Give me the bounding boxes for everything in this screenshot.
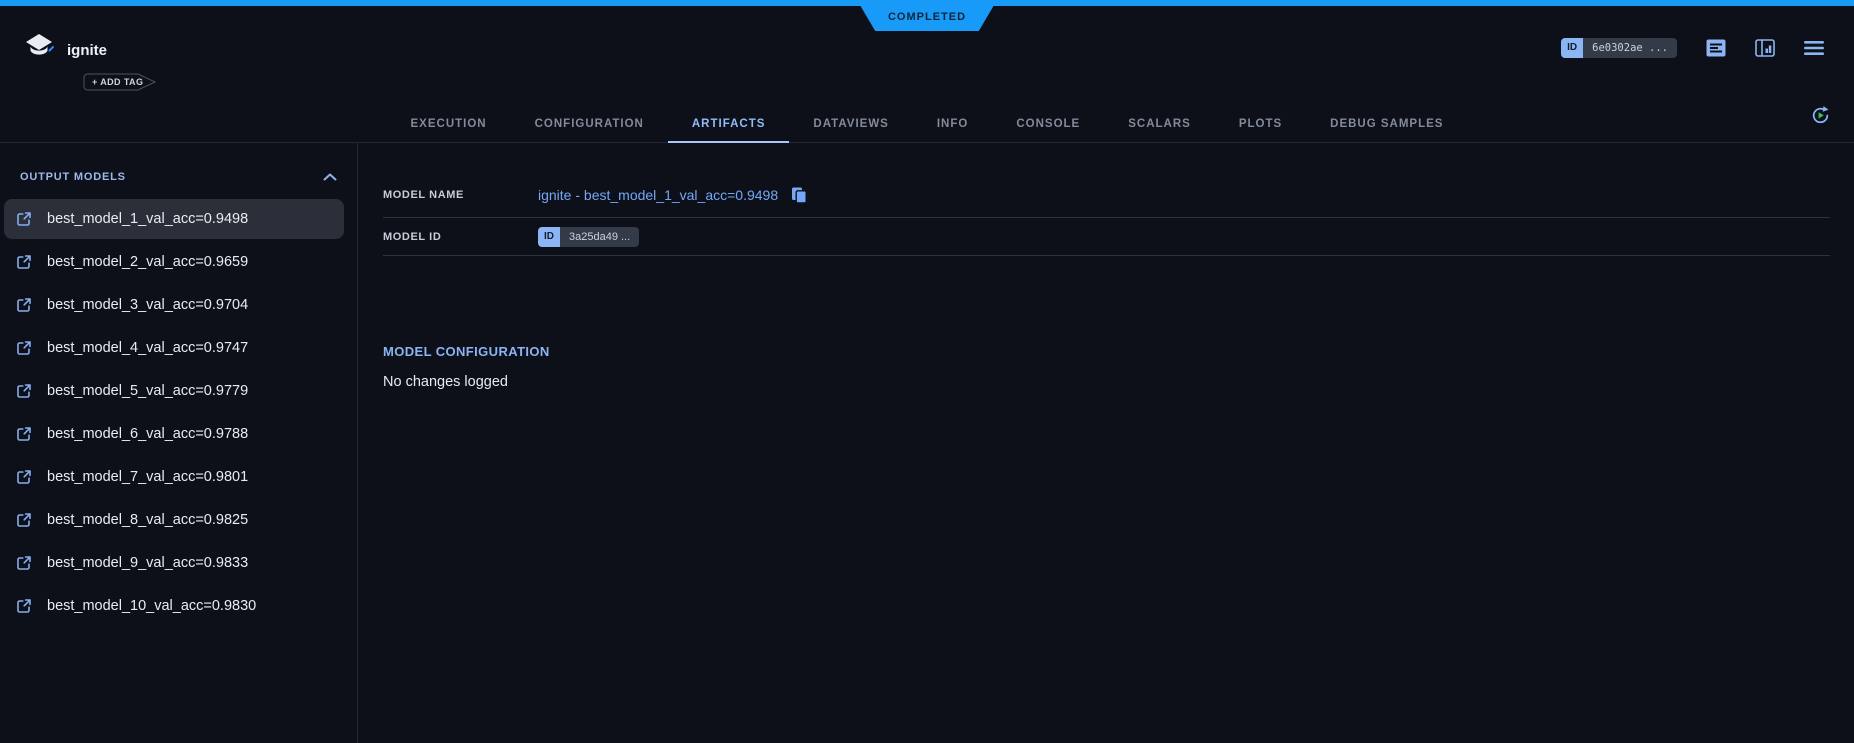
experiment-detail-page: COMPLETED ignite + ADD TAG ID 6e0302ae .… xyxy=(0,0,1854,743)
model-list-item[interactable]: best_model_3_val_acc=0.9704 xyxy=(4,285,344,325)
model-name-label: MODEL NAME xyxy=(383,189,538,201)
output-models-list: best_model_1_val_acc=0.9498 best_model_2… xyxy=(0,199,357,626)
model-item-label: best_model_6_val_acc=0.9788 xyxy=(47,426,248,442)
row-divider xyxy=(383,255,1830,256)
experiment-id-value[interactable]: 6e0302ae ... xyxy=(1583,38,1677,58)
document-lines-icon xyxy=(1706,39,1726,57)
open-in-new-icon[interactable] xyxy=(16,555,32,571)
model-list-item[interactable]: best_model_9_val_acc=0.9833 xyxy=(4,543,344,583)
model-name-row: MODEL NAME ignite - best_model_1_val_acc… xyxy=(383,173,1830,217)
sidebar-header: OUTPUT MODELS xyxy=(0,171,357,183)
status-badge-label: COMPLETED xyxy=(888,11,966,23)
model-item-label: best_model_10_val_acc=0.9830 xyxy=(47,598,256,614)
add-tag-button[interactable]: + ADD TAG xyxy=(83,73,157,91)
configuration-empty-message: No changes logged xyxy=(383,374,1830,390)
model-configuration-section: MODEL CONFIGURATION No changes logged xyxy=(383,344,1830,390)
model-id-chip-label: ID xyxy=(538,227,560,247)
model-detail-panel: MODEL NAME ignite - best_model_1_val_acc… xyxy=(358,143,1854,743)
model-item-label: best_model_4_val_acc=0.9747 xyxy=(47,340,248,356)
model-list-item[interactable]: best_model_5_val_acc=0.9779 xyxy=(4,371,344,411)
open-in-new-icon[interactable] xyxy=(16,426,32,442)
model-id-row: MODEL ID ID 3a25da49 ... xyxy=(383,218,1830,255)
open-in-new-icon[interactable] xyxy=(16,340,32,356)
tab-configuration[interactable]: CONFIGURATION xyxy=(511,103,668,143)
model-item-label: best_model_9_val_acc=0.9833 xyxy=(47,555,248,571)
tab-info[interactable]: INFO xyxy=(913,103,992,143)
tab-execution[interactable]: EXECUTION xyxy=(387,103,511,143)
content: OUTPUT MODELS best_model_1_val_acc=0.949… xyxy=(0,143,1854,743)
output-models-sidebar: OUTPUT MODELS best_model_1_val_acc=0.949… xyxy=(0,143,358,743)
copy-model-name-button[interactable] xyxy=(790,186,808,204)
refresh-icon xyxy=(1809,104,1832,127)
model-id-label: MODEL ID xyxy=(383,231,538,243)
model-list-item[interactable]: best_model_8_val_acc=0.9825 xyxy=(4,500,344,540)
model-item-label: best_model_5_val_acc=0.9779 xyxy=(47,383,248,399)
model-list-item[interactable]: best_model_10_val_acc=0.9830 xyxy=(4,586,344,626)
model-item-label: best_model_7_val_acc=0.9801 xyxy=(47,469,248,485)
experiment-id-chip: ID 6e0302ae ... xyxy=(1561,38,1677,58)
experiment-title: ignite xyxy=(67,42,107,59)
tab-console[interactable]: CONSOLE xyxy=(992,103,1104,143)
add-tag-label: + ADD TAG xyxy=(92,73,143,91)
open-in-new-icon[interactable] xyxy=(16,211,32,227)
open-in-new-icon[interactable] xyxy=(16,297,32,313)
experiment-type-icon xyxy=(22,33,56,63)
model-list-item[interactable]: best_model_4_val_acc=0.9747 xyxy=(4,328,344,368)
model-id-chip: ID 3a25da49 ... xyxy=(538,227,639,247)
tab-dataviews[interactable]: DATAVIEWS xyxy=(789,103,912,143)
tab-debug-samples[interactable]: DEBUG SAMPLES xyxy=(1306,103,1467,143)
panel-layout-icon xyxy=(1755,39,1775,57)
open-in-new-icon[interactable] xyxy=(16,383,32,399)
copy-icon xyxy=(790,186,808,204)
model-item-label: best_model_8_val_acc=0.9825 xyxy=(47,512,248,528)
tab-plots[interactable]: PLOTS xyxy=(1215,103,1306,143)
auto-refresh-button[interactable] xyxy=(1809,104,1832,132)
tab-artifacts[interactable]: ARTIFACTS xyxy=(668,103,790,143)
model-item-label: best_model_1_val_acc=0.9498 xyxy=(47,211,248,227)
open-in-new-icon[interactable] xyxy=(16,598,32,614)
model-name-link[interactable]: ignite - best_model_1_val_acc=0.9498 xyxy=(538,187,778,203)
model-item-label: best_model_2_val_acc=0.9659 xyxy=(47,254,248,270)
header-actions: ID 6e0302ae ... xyxy=(1561,38,1824,58)
open-in-new-icon[interactable] xyxy=(16,512,32,528)
open-in-new-icon[interactable] xyxy=(16,469,32,485)
open-in-new-icon[interactable] xyxy=(16,254,32,270)
menu-button[interactable] xyxy=(1804,41,1824,55)
model-configuration-title: MODEL CONFIGURATION xyxy=(383,344,1830,359)
details-panel-button[interactable] xyxy=(1706,39,1726,57)
model-id-value[interactable]: 3a25da49 ... xyxy=(560,227,639,247)
status-badge: COMPLETED xyxy=(857,0,997,31)
sidebar-section-title: OUTPUT MODELS xyxy=(20,171,126,183)
model-list-item[interactable]: best_model_2_val_acc=0.9659 xyxy=(4,242,344,282)
split-view-button[interactable] xyxy=(1755,39,1775,57)
model-list-item[interactable]: best_model_7_val_acc=0.9801 xyxy=(4,457,344,497)
tab-bar: EXECUTIONCONFIGURATIONARTIFACTSDATAVIEWS… xyxy=(0,103,1854,143)
id-chip-label: ID xyxy=(1561,38,1583,58)
tab-scalars[interactable]: SCALARS xyxy=(1104,103,1215,143)
hamburger-menu-icon xyxy=(1804,41,1824,55)
model-list-item[interactable]: best_model_6_val_acc=0.9788 xyxy=(4,414,344,454)
collapse-section-button[interactable] xyxy=(323,173,337,181)
chevron-up-icon xyxy=(323,173,337,181)
model-list-item[interactable]: best_model_1_val_acc=0.9498 xyxy=(4,199,344,239)
model-item-label: best_model_3_val_acc=0.9704 xyxy=(47,297,248,313)
